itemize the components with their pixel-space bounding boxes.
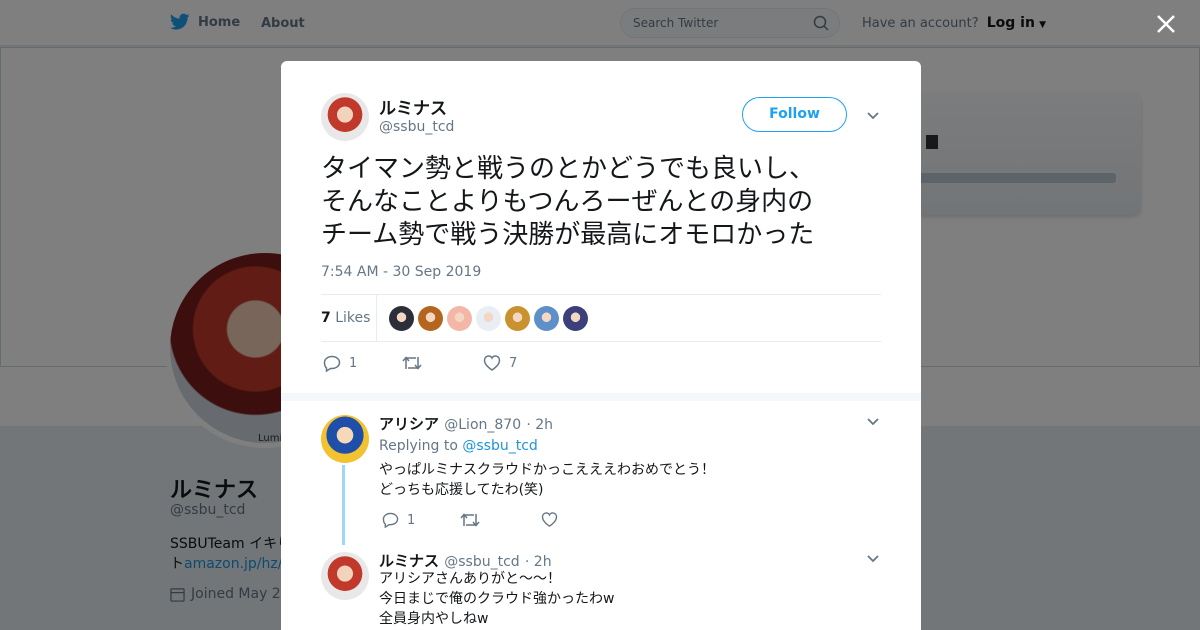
tweet-text-line: タイマン勢と戦うのとかどうでも良いし、 (321, 154, 816, 184)
author-handle[interactable]: @ssbu_tcd (379, 119, 454, 135)
reply-author[interactable]: ルミナス @ssbu_tcd · 2h (379, 550, 552, 571)
reply-author-handle: @ssbu_tcd (444, 554, 520, 570)
like-count: 7 (509, 355, 518, 371)
author-avatar[interactable] (321, 93, 369, 141)
reply-text: アリシアさんありがと〜〜！ 今日まじで俺のクラウド強かったわw 全員身内やしねw (379, 569, 614, 629)
replying-to-link[interactable]: @ssbu_tcd (462, 438, 537, 454)
reply-author-name: ルミナス (379, 552, 440, 570)
tweet-timestamp[interactable]: 7:54 AM - 30 Sep 2019 (321, 264, 481, 280)
heart-icon (541, 512, 558, 527)
liker-avatar[interactable] (505, 306, 530, 331)
reply-text-line: 今日まじで俺のクラウド強かったわw (379, 591, 615, 607)
reply-text: やっぱルミナスクラウドかっこえええわおめでとう！ どっちも応援してたわ(笑) (379, 460, 715, 500)
liker-avatar[interactable] (534, 306, 559, 331)
reply-time[interactable]: · 2h (526, 417, 553, 433)
replies-separator (281, 393, 921, 401)
liker-avatar[interactable] (418, 306, 443, 331)
tweet-text-line: チーム勢で戦う決勝が最高にオモロかった (321, 220, 815, 250)
reply-count: 1 (349, 356, 358, 371)
reply-author-name: アリシア (379, 415, 440, 433)
replying-prefix: Replying to (379, 438, 458, 454)
reply-count: 1 (407, 512, 416, 528)
thread-line (342, 465, 345, 545)
liker-avatar[interactable] (447, 306, 472, 331)
close-icon[interactable] (1152, 10, 1180, 38)
reply-action[interactable]: 1 (323, 355, 357, 372)
liker-avatar[interactable] (476, 306, 501, 331)
reply-author-handle: @Lion_870 (444, 417, 522, 433)
reply-action[interactable]: 1 (382, 512, 415, 528)
retweet-action[interactable] (402, 355, 422, 371)
reply-time[interactable]: · 2h (525, 554, 552, 570)
likes-number: 7 (321, 310, 331, 326)
reply-text-line: どっちも応援してたわ(笑) (379, 482, 544, 498)
likes-count[interactable]: 7 Likes (321, 310, 370, 326)
like-action[interactable]: 7 (483, 355, 517, 371)
chevron-down-icon[interactable] (866, 111, 880, 121)
retweet-icon (460, 513, 480, 527)
reply-text-line: アリシアさんありがと〜〜！ (379, 571, 561, 587)
retweet-action[interactable] (460, 512, 480, 528)
replying-to: Replying to @ssbu_tcd (379, 438, 538, 454)
reply-icon (323, 355, 341, 372)
reply-avatar[interactable] (321, 552, 369, 600)
chevron-down-icon[interactable] (866, 554, 880, 564)
chevron-down-icon[interactable] (866, 417, 880, 427)
stats-divider (376, 295, 377, 342)
reply-icon (382, 512, 399, 528)
liker-avatar[interactable] (563, 306, 588, 331)
likes-label: Likes (335, 310, 371, 326)
reply-text-line: 全員身内やしねw (379, 611, 489, 627)
tweet-text-line: そんなことよりもつんろーぜんとの身内の (321, 187, 814, 217)
liker-avatar[interactable] (389, 306, 414, 331)
tweet-modal: ルミナス @ssbu_tcd Follow タイマン勢と戦うのとかどうでも良いし… (281, 61, 921, 630)
heart-icon (483, 355, 501, 371)
tweet-text: タイマン勢と戦うのとかどうでも良いし、 そんなことよりもつんろーぜんとの身内の … (321, 153, 881, 252)
reply-text-line: やっぱルミナスクラウドかっこえええわおめでとう！ (379, 462, 715, 478)
follow-button[interactable]: Follow (742, 97, 847, 132)
reply-author[interactable]: アリシア @Lion_870 · 2h (379, 413, 553, 434)
like-action[interactable] (541, 512, 558, 527)
author-name[interactable]: ルミナス (379, 94, 447, 119)
reply-avatar[interactable] (321, 415, 369, 463)
retweet-icon (402, 356, 422, 370)
tweet-stats: 7 Likes (321, 294, 881, 342)
